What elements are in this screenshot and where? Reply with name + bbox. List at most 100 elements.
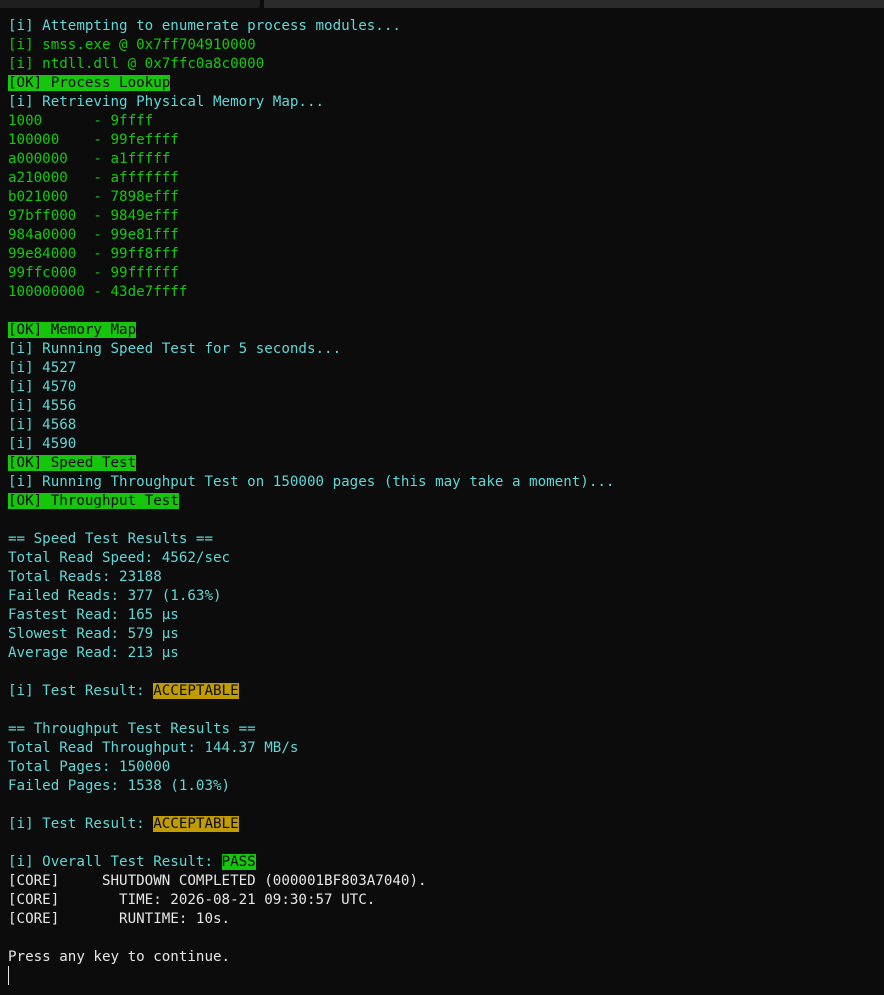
terminal-line: a000000 - a1fffff <box>8 150 884 169</box>
terminal-line: [CORE] SHUTDOWN COMPLETED (000001BF803A7… <box>8 872 884 891</box>
terminal-line: == Throughput Test Results == <box>8 720 884 739</box>
terminal-line: [i] smss.exe @ 0x7ff704910000 <box>8 36 884 55</box>
terminal-text: Average Read: 213 µs <box>8 645 179 661</box>
terminal-text: [i] Running Speed Test for 5 seconds... <box>8 341 342 357</box>
pass-status-badge: PASS <box>221 854 256 870</box>
terminal-text: Failed Reads: 377 (1.63%) <box>8 588 222 604</box>
terminal-line: [OK] Memory Map <box>8 321 884 340</box>
terminal-line: 97bff000 - 9849efff <box>8 207 884 226</box>
terminal-text: [i] 4527 <box>8 360 77 376</box>
terminal-text: Fastest Read: 165 µs <box>8 607 179 623</box>
terminal-line: [i] Attempting to enumerate process modu… <box>8 17 884 36</box>
terminal-line: Total Read Speed: 4562/sec <box>8 549 884 568</box>
terminal-line: 984a0000 - 99e81fff <box>8 226 884 245</box>
terminal-line: Total Read Throughput: 144.37 MB/s <box>8 739 884 758</box>
acceptable-status-badge: ACCEPTABLE <box>153 816 239 832</box>
ok-status-badge: [OK] Memory Map <box>8 322 137 338</box>
terminal-text: 99e84000 - 99ff8fff <box>8 246 179 262</box>
terminal-text: [i] Test Result: <box>8 816 154 832</box>
terminal-text: [i] Running Throughput Test on 150000 pa… <box>8 474 615 490</box>
terminal-text: [i] 4570 <box>8 379 77 395</box>
terminal-line: [i] Test Result: ACCEPTABLE <box>8 815 884 834</box>
terminal-text: Total Pages: 150000 <box>8 759 171 775</box>
terminal-line: [i] Running Speed Test for 5 seconds... <box>8 340 884 359</box>
terminal-text: 984a0000 - 99e81fff <box>8 227 179 243</box>
terminal-line: Failed Reads: 377 (1.63%) <box>8 587 884 606</box>
terminal-text: Press any key to continue. <box>8 949 231 965</box>
terminal-line: Total Reads: 23188 <box>8 568 884 587</box>
terminal-text: Total Reads: 23188 <box>8 569 162 585</box>
terminal-line: 99e84000 - 99ff8fff <box>8 245 884 264</box>
terminal-line: [CORE] RUNTIME: 10s. <box>8 910 884 929</box>
terminal-text: 100000000 - 43de7ffff <box>8 284 188 300</box>
terminal-line: [CORE] TIME: 2026-08-21 09:30:57 UTC. <box>8 891 884 910</box>
terminal-line: [i] 4570 <box>8 378 884 397</box>
tab-strip <box>0 0 884 10</box>
terminal-text: Slowest Read: 579 µs <box>8 626 179 642</box>
terminal-line: b021000 - 7898efff <box>8 188 884 207</box>
terminal-text: 1000 - 9ffff <box>8 113 154 129</box>
terminal-text: [i] 4590 <box>8 436 77 452</box>
terminal-line: Slowest Read: 579 µs <box>8 625 884 644</box>
terminal-text: [i] Test Result: <box>8 683 154 699</box>
terminal-line: [i] 4590 <box>8 435 884 454</box>
terminal-line: 100000 - 99feffff <box>8 131 884 150</box>
terminal-text: 100000 - 99feffff <box>8 132 179 148</box>
text-cursor <box>8 966 9 985</box>
acceptable-status-badge: ACCEPTABLE <box>153 683 239 699</box>
terminal-line: Average Read: 213 µs <box>8 644 884 663</box>
terminal-text: [i] Attempting to enumerate process modu… <box>8 18 401 34</box>
terminal-text: a000000 - a1fffff <box>8 151 171 167</box>
terminal-line: 1000 - 9ffff <box>8 112 884 131</box>
terminal-window[interactable]: [i] Attempting to enumerate process modu… <box>0 0 884 995</box>
terminal-line: a210000 - afffffff <box>8 169 884 188</box>
ok-status-badge: [OK] Speed Test <box>8 455 137 471</box>
terminal-line: [i] Running Throughput Test on 150000 pa… <box>8 473 884 492</box>
terminal-text: == Speed Test Results == <box>8 531 213 547</box>
terminal-line: Total Pages: 150000 <box>8 758 884 777</box>
terminal-text: b021000 - 7898efff <box>8 189 179 205</box>
terminal-text: [CORE] SHUTDOWN COMPLETED (000001BF803A7… <box>8 873 427 889</box>
terminal-line: [i] Test Result: ACCEPTABLE <box>8 682 884 701</box>
terminal-line: [OK] Throughput Test <box>8 492 884 511</box>
terminal-text: [CORE] TIME: 2026-08-21 09:30:57 UTC. <box>8 892 376 908</box>
terminal-line: [i] 4568 <box>8 416 884 435</box>
terminal-text: 99ffc000 - 99ffffff <box>8 265 179 281</box>
terminal-text: Failed Pages: 1538 (1.03%) <box>8 778 231 794</box>
ok-status-badge: [OK] Process Lookup <box>8 75 171 91</box>
terminal-line: == Speed Test Results == <box>8 530 884 549</box>
terminal-line: [i] Overall Test Result: PASS <box>8 853 884 872</box>
terminal-line: [i] Retrieving Physical Memory Map... <box>8 93 884 112</box>
terminal-text: [i] Retrieving Physical Memory Map... <box>8 94 325 110</box>
terminal-text: Total Read Throughput: 144.37 MB/s <box>8 740 299 756</box>
terminal-tab[interactable] <box>0 0 260 8</box>
terminal-text: [i] Overall Test Result: <box>8 854 222 870</box>
terminal-text: == Throughput Test Results == <box>8 721 256 737</box>
terminal-line: [OK] Process Lookup <box>8 74 884 93</box>
terminal-text: [i] 4568 <box>8 417 77 433</box>
terminal-line: [i] 4556 <box>8 397 884 416</box>
terminal-text: 97bff000 - 9849efff <box>8 208 179 224</box>
terminal-line: Press any key to continue. <box>8 948 884 967</box>
terminal-line: Fastest Read: 165 µs <box>8 606 884 625</box>
terminal-line: [i] 4527 <box>8 359 884 378</box>
tab-strip-background <box>264 0 884 8</box>
terminal-text: [i] ntdll.dll @ 0x7ffc0a8c0000 <box>8 56 265 72</box>
terminal-line: Failed Pages: 1538 (1.03%) <box>8 777 884 796</box>
terminal-output: [i] Attempting to enumerate process modu… <box>8 17 884 967</box>
terminal-line: 99ffc000 - 99ffffff <box>8 264 884 283</box>
terminal-text: a210000 - afffffff <box>8 170 179 186</box>
ok-status-badge: [OK] Throughput Test <box>8 493 179 509</box>
terminal-text: [i] smss.exe @ 0x7ff704910000 <box>8 37 256 53</box>
terminal-text: Total Read Speed: 4562/sec <box>8 550 231 566</box>
terminal-line: [OK] Speed Test <box>8 454 884 473</box>
terminal-line: 100000000 - 43de7ffff <box>8 283 884 302</box>
terminal-text: [CORE] RUNTIME: 10s. <box>8 911 231 927</box>
